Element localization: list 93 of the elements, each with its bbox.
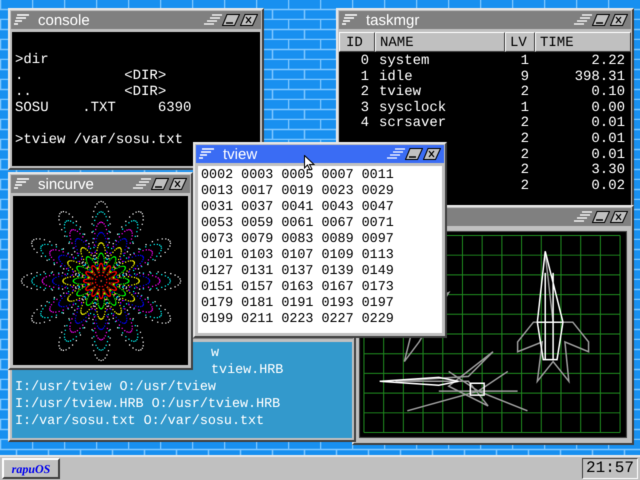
number-cell: 0181 — [241, 296, 274, 312]
table-cell: 2 — [520, 146, 529, 163]
table-cell: 0.01 — [591, 130, 625, 147]
table-cell: 0.10 — [591, 84, 625, 100]
number-cell: 0067 — [321, 216, 354, 232]
number-cell: 0167 — [321, 280, 354, 296]
number-cell: 0011 — [362, 168, 394, 184]
number-cell: 0043 — [321, 200, 354, 216]
table-cell: 2 — [520, 162, 529, 178]
number-cell: 0149 — [362, 264, 394, 280]
table-cell: tview — [379, 84, 422, 100]
number-cell: 0227 — [321, 312, 354, 328]
number-cell: 0109 — [321, 248, 354, 264]
number-cell: 0041 — [281, 200, 314, 216]
number-cell: 0103 — [241, 248, 274, 264]
number-cell: 0003 — [241, 168, 274, 184]
number-cell: 0131 — [241, 264, 274, 280]
table-cell: 2 — [520, 115, 529, 132]
window-title: taskmgr — [366, 12, 420, 28]
number-cell: 0127 — [201, 264, 234, 280]
number-cell: 0199 — [201, 312, 234, 328]
table-cell: 0.01 — [591, 146, 625, 163]
number-cell: 0113 — [362, 248, 394, 264]
table-cell: 1 — [520, 100, 529, 116]
table-cell: scrsaver — [379, 115, 446, 132]
window-title: sincurve — [38, 176, 94, 192]
number-cell: 0229 — [362, 312, 394, 328]
clock: 21:57 — [582, 458, 638, 479]
number-cell: 0179 — [201, 296, 234, 312]
number-cell: 0101 — [201, 248, 234, 264]
number-cell: 0089 — [321, 232, 354, 248]
table-cell: 9 — [520, 68, 529, 85]
number-cell: 0002 — [201, 168, 234, 184]
number-cell: 0023 — [321, 184, 354, 200]
table-cell: 2 — [360, 84, 369, 100]
log-line: w — [211, 346, 220, 361]
number-cell: 0031 — [201, 200, 234, 216]
number-cell: 0097 — [362, 232, 394, 248]
console-line: >dir — [15, 52, 50, 68]
window-title: tview — [223, 146, 258, 162]
number-cell: 0151 — [201, 280, 234, 296]
table-cell: 0.00 — [591, 100, 625, 116]
number-cell: 0083 — [281, 232, 314, 248]
log-line: I:/var/sosu.txt O:/var/sosu.txt — [15, 414, 264, 429]
number-cell: 0047 — [362, 200, 394, 216]
table-cell: system — [379, 53, 430, 69]
number-cell: 0029 — [362, 184, 394, 200]
number-cell: 0071 — [362, 216, 394, 232]
table-cell: 2 — [520, 130, 529, 147]
number-cell: 0211 — [241, 312, 274, 328]
table-cell: 398.31 — [574, 68, 625, 85]
number-cell: 0139 — [321, 264, 354, 280]
number-cell: 0061 — [281, 216, 314, 232]
table-cell: sysclock — [379, 100, 446, 116]
number-cell: 0059 — [241, 216, 274, 232]
log-line: tview.HRB — [211, 363, 284, 378]
table-cell: idle — [379, 68, 413, 85]
number-cell: 0191 — [281, 296, 314, 312]
table-cell: 0 — [360, 53, 369, 69]
window-title: console — [38, 12, 90, 28]
number-cell: 0013 — [201, 184, 234, 200]
number-cell: 0037 — [241, 200, 274, 216]
console-line: >tview /var/sosu.txt — [15, 132, 184, 148]
number-cell: 0107 — [281, 248, 314, 264]
table-cell: 0.02 — [591, 178, 625, 194]
table-cell: 3 — [360, 100, 369, 116]
table-cell: 2 — [520, 178, 529, 194]
table-cell: 1 — [520, 53, 529, 69]
number-cell: 0053 — [201, 216, 234, 232]
console-line: . <DIR> — [15, 68, 168, 84]
number-cell: 0137 — [281, 264, 314, 280]
console-line: SOSU .TXT 6390 — [15, 100, 192, 116]
number-cell: 0193 — [321, 296, 354, 312]
number-cell: 0157 — [241, 280, 274, 296]
number-cell: 0079 — [241, 232, 274, 248]
table-cell: 2.22 — [591, 53, 625, 69]
log-line: I:/usr/tview.HRB O:/usr/tview.HRB — [15, 397, 280, 412]
console-line: .. <DIR> — [15, 84, 168, 100]
number-cell: 0223 — [281, 312, 314, 328]
number-cell: 0007 — [321, 168, 354, 184]
number-cell: 0173 — [362, 280, 394, 296]
table-cell: 0.01 — [591, 115, 625, 132]
table-cell: 4 — [360, 115, 369, 132]
number-cell: 0019 — [281, 184, 314, 200]
table-cell: 3.30 — [591, 162, 625, 178]
number-cell: 0163 — [281, 280, 314, 296]
number-cell: 0017 — [241, 184, 274, 200]
number-cell: 0197 — [362, 296, 394, 312]
log-line: I:/usr/tview O:/usr/tview — [15, 380, 216, 395]
table-cell: 1 — [360, 68, 369, 85]
table-cell: 2 — [520, 84, 529, 100]
number-cell: 0005 — [281, 168, 314, 184]
number-cell: 0073 — [201, 232, 234, 248]
